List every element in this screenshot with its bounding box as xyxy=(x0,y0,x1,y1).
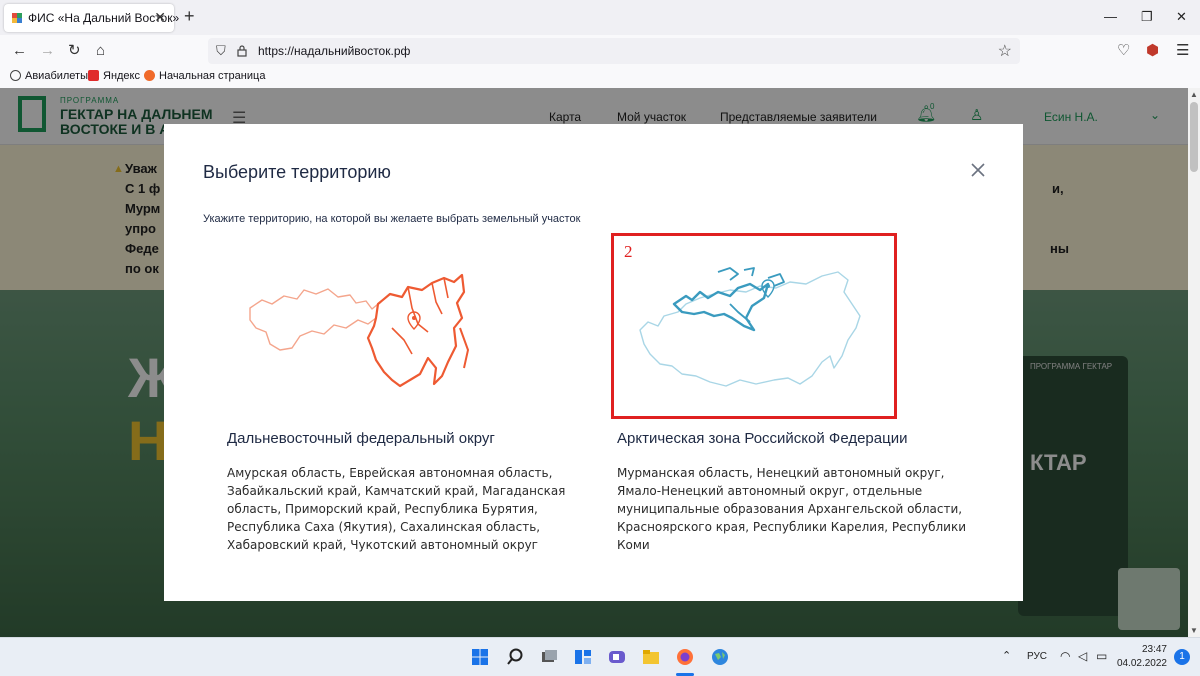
new-tab-button[interactable]: + xyxy=(184,7,195,25)
start-page-icon xyxy=(144,70,155,81)
minimize-button[interactable]: — xyxy=(1104,9,1117,24)
window-close-button[interactable]: ✕ xyxy=(1176,9,1187,25)
chat-icon[interactable] xyxy=(607,647,627,667)
pocket-icon[interactable]: ♡ xyxy=(1117,42,1130,60)
url-text: https://надальнийвосток.рф xyxy=(258,44,411,58)
annotation-number: 2 xyxy=(624,242,633,261)
notification-badge[interactable]: 1 xyxy=(1174,649,1190,665)
taskbar: ⌃ РУС ◠ ◁ ▭ 23:47 04.02.2022 1 xyxy=(0,637,1200,676)
back-arrow-icon[interactable]: ← xyxy=(12,42,27,60)
search-icon[interactable] xyxy=(505,647,525,667)
home-icon[interactable]: ⌂ xyxy=(96,42,105,60)
card-text-far-east: Амурская область, Еврейская автономная о… xyxy=(227,466,566,552)
address-bar[interactable]: ⛉ https://надальнийвосток.рф ☆ xyxy=(208,38,1020,64)
card-title-far-east[interactable]: Дальневосточный федеральный округ xyxy=(227,430,495,447)
card-text-arctic: Мурманская область, Ненецкий автономный … xyxy=(617,466,966,552)
scrollbar-thumb[interactable] xyxy=(1190,102,1198,172)
reload-icon[interactable]: ↻ xyxy=(68,42,81,60)
page-scrollbar[interactable]: ▲ ▼ xyxy=(1188,88,1200,637)
windows-start-icon[interactable] xyxy=(470,647,490,667)
bookmark-star-icon[interactable]: ☆ xyxy=(998,41,1012,61)
modal-subtitle: Укажите территорию, на которой вы желает… xyxy=(203,213,581,225)
bookmarks-bar: Авиабилеты Яндекс Начальная страница xyxy=(0,67,1200,89)
site-favicon-icon xyxy=(12,13,22,23)
volume-icon[interactable]: ◁ xyxy=(1078,649,1087,663)
language-indicator[interactable]: РУС xyxy=(1027,651,1047,662)
bookmark-yandex[interactable]: Яндекс xyxy=(88,70,140,82)
clock-time[interactable]: 23:47 xyxy=(1112,644,1167,655)
tab-bar: ФИС «На Дальний Восток» ✕ + — ❐ ✕ xyxy=(0,0,1200,35)
lock-icon[interactable] xyxy=(237,45,247,57)
card-title-arctic[interactable]: Арктическая зона Российской Федерации xyxy=(617,430,907,447)
navigation-toolbar: ← → ↻ ⌂ ⛉ https://надальнийвосток.рф ☆ ♡… xyxy=(0,35,1200,67)
clock-date[interactable]: 04.02.2022 xyxy=(1112,658,1167,669)
selection-highlight-box xyxy=(611,233,897,419)
task-view-icon[interactable] xyxy=(539,647,559,667)
bookmark-aviabilety[interactable]: Авиабилеты xyxy=(10,70,88,82)
globe-app-icon[interactable] xyxy=(710,647,730,667)
close-icon[interactable] xyxy=(969,161,987,179)
bookmark-start-page[interactable]: Начальная страница xyxy=(144,70,265,82)
yandex-icon xyxy=(88,70,99,81)
battery-icon[interactable]: ▭ xyxy=(1096,649,1107,663)
tracking-shield-icon[interactable]: ⛉ xyxy=(216,43,226,59)
adblock-extension-icon[interactable]: ⬢ xyxy=(1146,42,1159,60)
restore-button[interactable]: ❐ xyxy=(1141,9,1153,25)
tab-close-icon[interactable]: ✕ xyxy=(154,9,166,26)
modal-title: Выберите территорию xyxy=(203,162,391,182)
forward-arrow-icon[interactable]: → xyxy=(40,42,55,60)
scroll-up-icon[interactable]: ▲ xyxy=(1190,90,1198,99)
far-east-map-icon[interactable] xyxy=(242,268,472,398)
globe-icon xyxy=(10,70,21,81)
widgets-icon[interactable] xyxy=(573,647,593,667)
firefox-icon[interactable] xyxy=(675,647,695,667)
wifi-icon[interactable]: ◠ xyxy=(1060,649,1070,663)
browser-tab[interactable]: ФИС «На Дальний Восток» ✕ xyxy=(4,4,179,32)
hidden-icons-chevron-icon[interactable]: ⌃ xyxy=(1002,649,1011,662)
scroll-down-icon[interactable]: ▼ xyxy=(1190,626,1198,635)
file-explorer-icon[interactable] xyxy=(641,647,661,667)
app-menu-icon[interactable]: ☰ xyxy=(1176,42,1189,60)
